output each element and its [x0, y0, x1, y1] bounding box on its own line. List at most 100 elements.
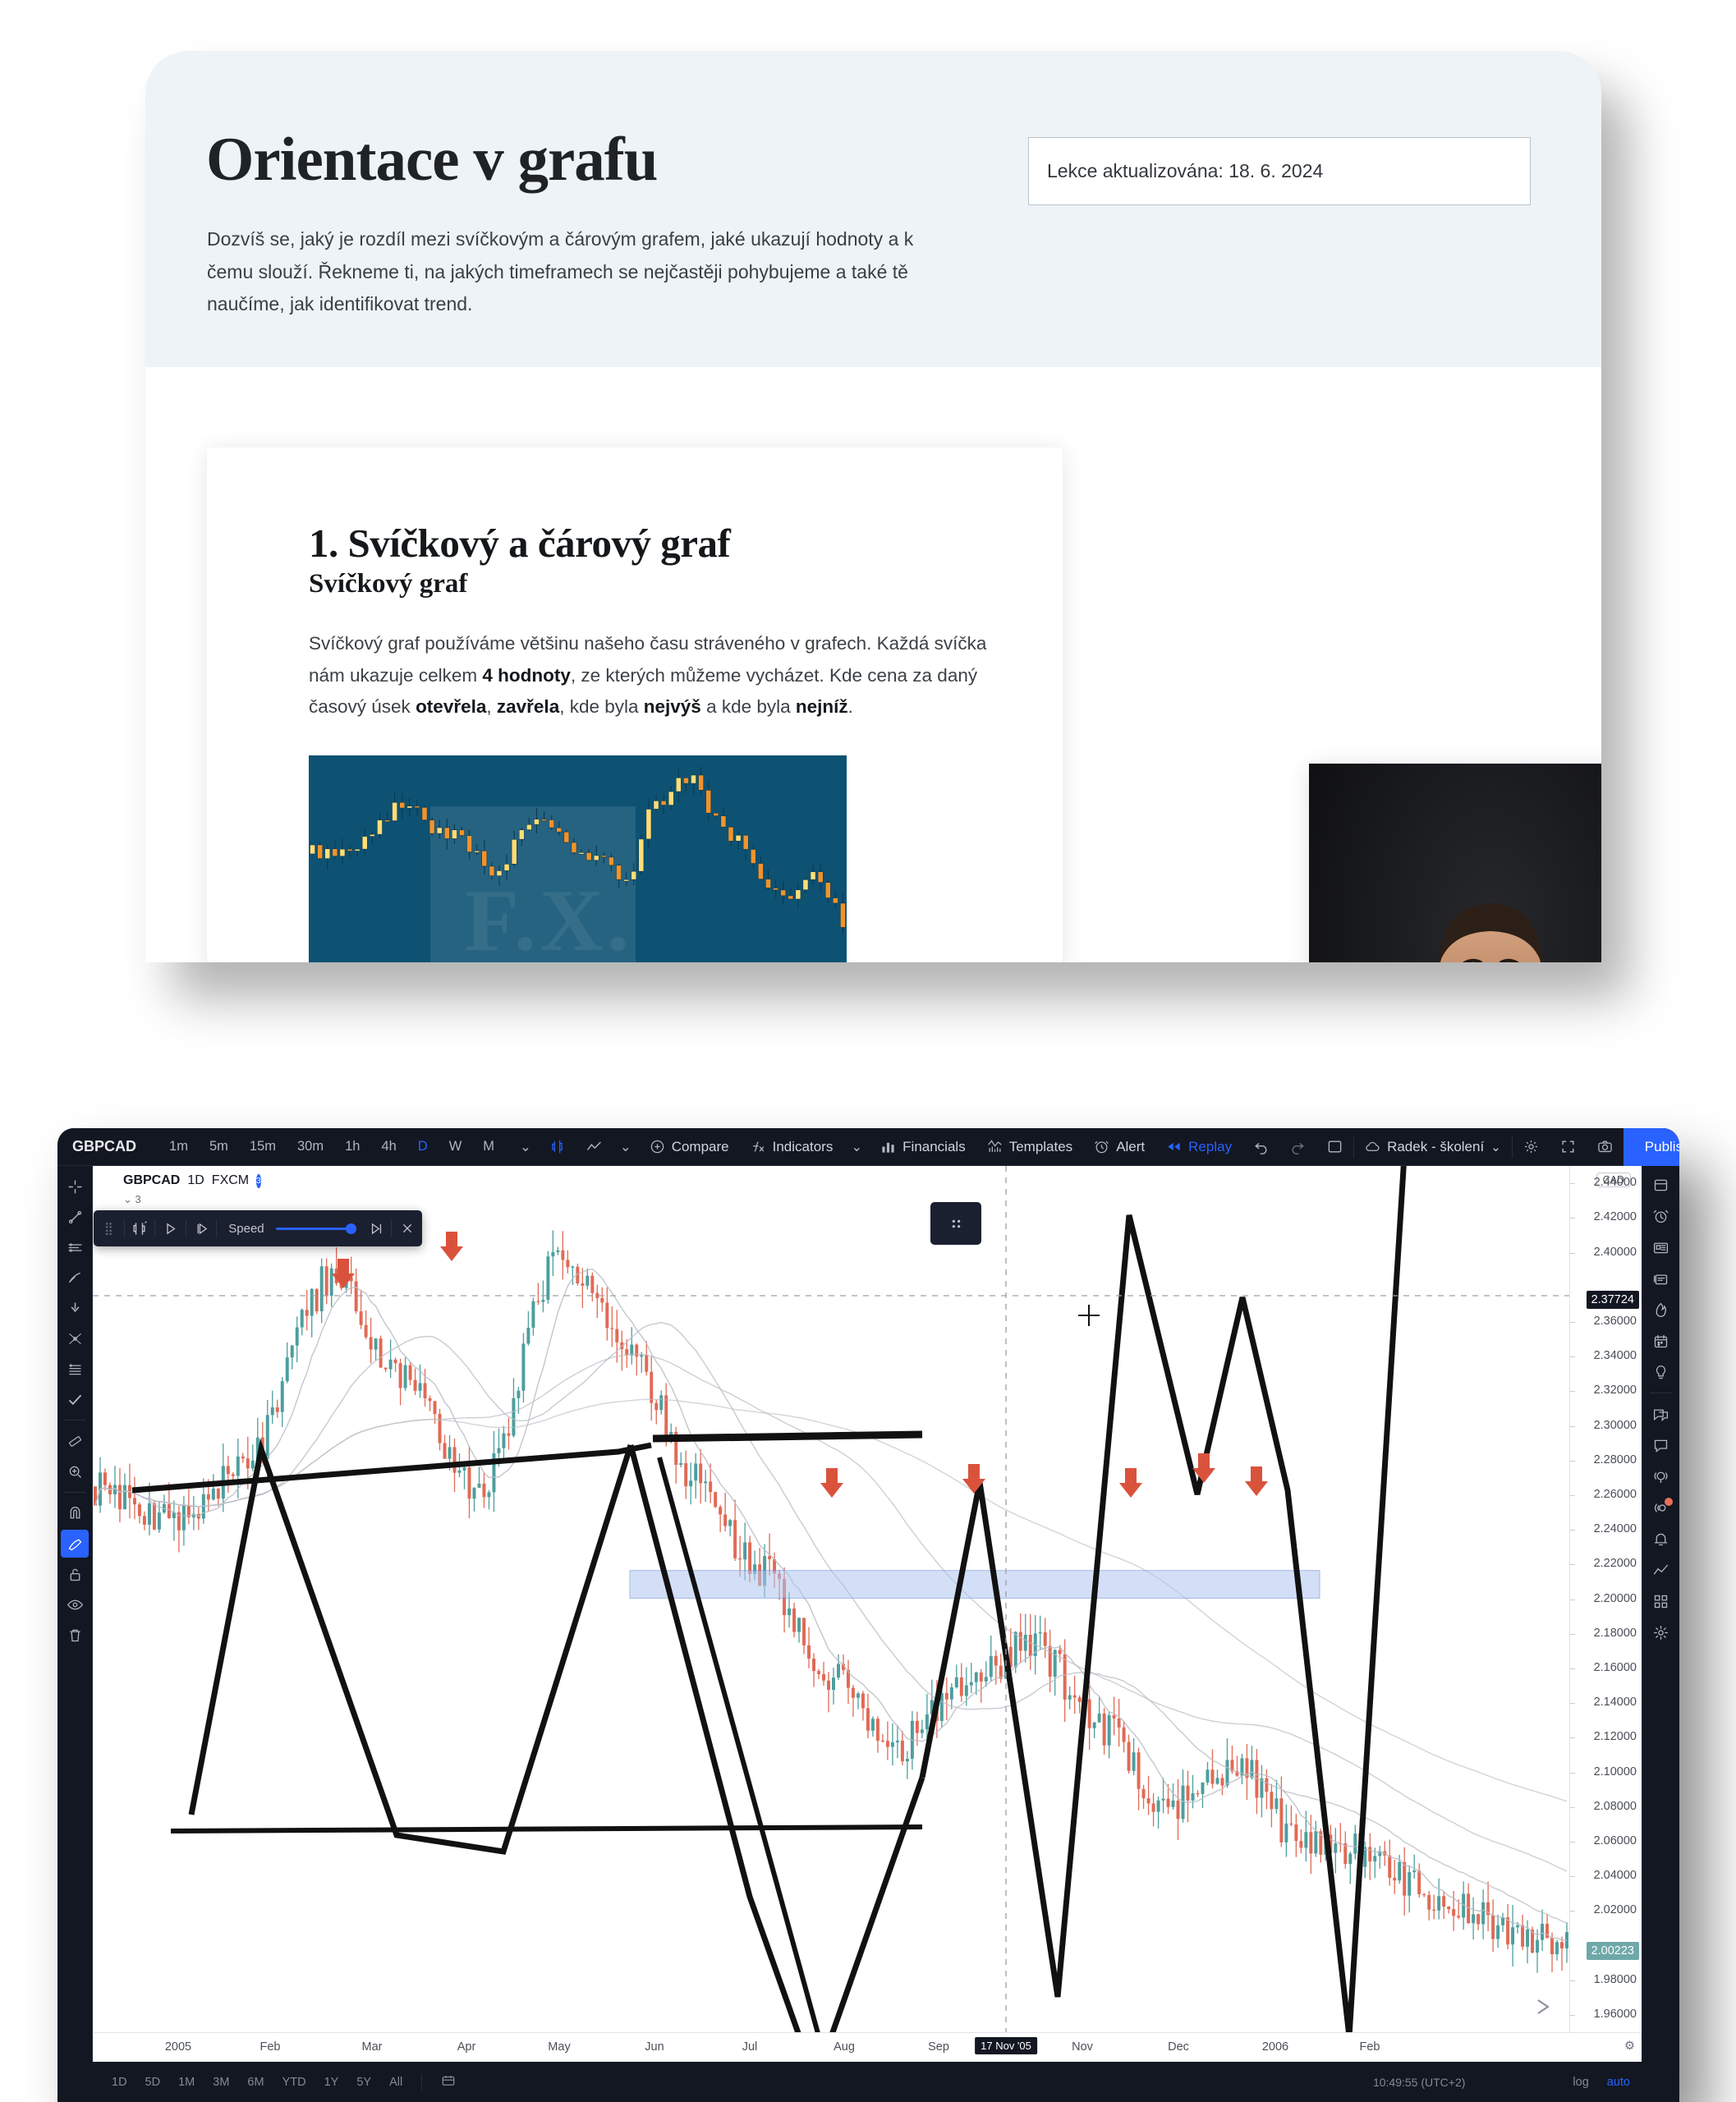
- publish-button[interactable]: Publish: [1623, 1128, 1679, 1166]
- right-tool-chat[interactable]: [1647, 1400, 1675, 1428]
- alert-button[interactable]: Alert: [1083, 1128, 1155, 1166]
- left-tool-gann-fan[interactable]: [61, 1324, 89, 1352]
- right-tool-ideas[interactable]: [1647, 1358, 1675, 1386]
- replay-end-button[interactable]: [361, 1210, 392, 1246]
- candle-body: [851, 1687, 855, 1698]
- left-tool-eye[interactable]: [61, 1590, 89, 1618]
- range-5y[interactable]: 5Y: [347, 2076, 380, 2089]
- auto-scale-button[interactable]: auto: [1598, 2076, 1679, 2089]
- fullscreen-button[interactable]: [1550, 1128, 1587, 1166]
- range-6m[interactable]: 6M: [238, 2076, 273, 2089]
- indicators-button[interactable]: Indicators: [740, 1128, 844, 1166]
- drawing-options-popup[interactable]: [930, 1202, 981, 1245]
- candle-body: [802, 1618, 806, 1645]
- financials-button[interactable]: Financials: [870, 1128, 976, 1166]
- replay-grip-icon[interactable]: ⣿: [94, 1210, 124, 1246]
- right-tool-data-window[interactable]: [1647, 1264, 1675, 1292]
- undo-button[interactable]: [1242, 1128, 1279, 1166]
- right-tool-hotlist[interactable]: [1647, 1296, 1675, 1324]
- marker-arrow-down[interactable]: [1245, 1466, 1268, 1496]
- right-tool-notification[interactable]: [1647, 1525, 1675, 1553]
- chart-type-candles-button[interactable]: [539, 1128, 576, 1166]
- candle-body: [645, 1355, 649, 1372]
- right-tool-stream[interactable]: [1647, 1462, 1675, 1490]
- right-tool-news[interactable]: [1647, 1233, 1675, 1261]
- left-tool-drawing-mode[interactable]: [61, 1530, 89, 1558]
- chart-type-line-button[interactable]: [576, 1128, 613, 1166]
- range-5d[interactable]: 5D: [136, 2076, 170, 2089]
- marker-arrow-down[interactable]: [1119, 1468, 1142, 1498]
- chevron-down-icon[interactable]: ⌄: [512, 1139, 539, 1155]
- support-promo-card[interactable]: DISCIPLINE F. X. C. G. Trading support s…: [1309, 764, 1601, 962]
- range-all[interactable]: All: [380, 2076, 411, 2089]
- chevron-down-icon-4[interactable]: ⌄: [1490, 1140, 1501, 1154]
- left-tool-crosshair[interactable]: [61, 1173, 89, 1200]
- trendline-upper-2[interactable]: [652, 1430, 923, 1443]
- chart-canvas[interactable]: CAD 2.44000 2.42000 2.40000 2.36000 2.34000 2…: [93, 1166, 1642, 2032]
- replay-jump-button[interactable]: [125, 1210, 155, 1246]
- right-tool-object-tree[interactable]: [1647, 1587, 1675, 1615]
- layout-button[interactable]: [1316, 1128, 1353, 1166]
- resistance-zone[interactable]: [629, 1570, 1320, 1599]
- time-axis[interactable]: 2005FebMarAprMayJunJulAugSepOctNovDec200…: [93, 2032, 1642, 2062]
- trendline-lower[interactable]: [170, 1824, 923, 1834]
- mini-candle-body: [631, 870, 637, 880]
- log-scale-button[interactable]: log: [1564, 2076, 1597, 2089]
- marker-arrow-down[interactable]: [820, 1468, 843, 1498]
- left-tool-lock[interactable]: [61, 1560, 89, 1588]
- left-tool-measure[interactable]: [61, 1427, 89, 1455]
- timeframe-1h[interactable]: 1h: [338, 1139, 367, 1154]
- trendline-upper[interactable]: [131, 1442, 652, 1494]
- calendar-toggle-button[interactable]: [432, 2073, 465, 2091]
- redo-button[interactable]: [1279, 1128, 1316, 1166]
- left-tool-trash[interactable]: [61, 1621, 89, 1649]
- timeframe-M[interactable]: M: [475, 1139, 502, 1154]
- timeframe-W[interactable]: W: [442, 1139, 470, 1154]
- timeframe-30m[interactable]: 30m: [290, 1139, 331, 1154]
- left-tool-arrow-down[interactable]: [61, 1294, 89, 1322]
- right-tool-trading[interactable]: [1647, 1556, 1675, 1584]
- right-tool-settings[interactable]: [1647, 1618, 1675, 1646]
- speed-slider-knob[interactable]: [345, 1223, 356, 1234]
- time-settings-icon[interactable]: ⚙: [1624, 2040, 1635, 2053]
- left-tool-trend-line[interactable]: [61, 1203, 89, 1231]
- left-tool-fib-retracement[interactable]: [61, 1355, 89, 1383]
- tv-symbol[interactable]: GBPCAD: [57, 1138, 151, 1155]
- replay-play-button[interactable]: [155, 1210, 186, 1246]
- timeframe-D[interactable]: D: [411, 1139, 435, 1154]
- price-axis[interactable]: CAD 2.44000 2.42000 2.40000 2.36000 2.34000 2…: [1569, 1166, 1642, 2032]
- snapshot-button[interactable]: [1587, 1128, 1623, 1166]
- range-1y[interactable]: 1Y: [315, 2076, 348, 2089]
- left-tool-magnet[interactable]: [61, 1499, 89, 1527]
- templates-button[interactable]: Templates: [976, 1128, 1083, 1166]
- right-tool-public-chat[interactable]: [1647, 1431, 1675, 1459]
- replay-close-button[interactable]: [392, 1210, 422, 1246]
- timeframe-15m[interactable]: 15m: [242, 1139, 283, 1154]
- chevron-down-icon-2[interactable]: ⌄: [613, 1139, 639, 1155]
- zigzag-segment-1[interactable]: [188, 1438, 634, 1855]
- range-1m[interactable]: 1M: [169, 2076, 204, 2089]
- compare-button[interactable]: Compare: [639, 1128, 740, 1166]
- range-1d[interactable]: 1D: [103, 2076, 136, 2089]
- range-3m[interactable]: 3M: [204, 2076, 238, 2089]
- chevron-down-icon-3[interactable]: ⌄: [843, 1139, 870, 1155]
- right-tool-watchlist[interactable]: [1647, 1171, 1675, 1199]
- timeframe-5m[interactable]: 5m: [202, 1139, 236, 1154]
- replay-step-button[interactable]: [186, 1210, 217, 1246]
- left-tool-pitchfork[interactable]: [61, 1264, 89, 1292]
- mini-candle-body: [339, 848, 346, 857]
- right-tool-calendar[interactable]: [1647, 1327, 1675, 1355]
- timeframe-1m[interactable]: 1m: [162, 1139, 195, 1154]
- saved-layout-button[interactable]: Radek - školení ⌄: [1354, 1128, 1512, 1166]
- range-ytd[interactable]: YTD: [273, 2076, 315, 2089]
- settings-button[interactable]: [1513, 1128, 1550, 1166]
- marker-arrow-down[interactable]: [440, 1232, 463, 1261]
- timeframe-4h[interactable]: 4h: [374, 1139, 403, 1154]
- left-tool-check[interactable]: [61, 1385, 89, 1413]
- replay-button[interactable]: Replay: [1155, 1128, 1242, 1166]
- left-tool-horizontal-lines[interactable]: [61, 1233, 89, 1261]
- right-tool-alarm-clock[interactable]: [1647, 1202, 1675, 1230]
- left-tool-zoom-in[interactable]: [61, 1457, 89, 1485]
- speed-slider[interactable]: [275, 1223, 356, 1234]
- right-tool-broadcast[interactable]: [1647, 1494, 1675, 1521]
